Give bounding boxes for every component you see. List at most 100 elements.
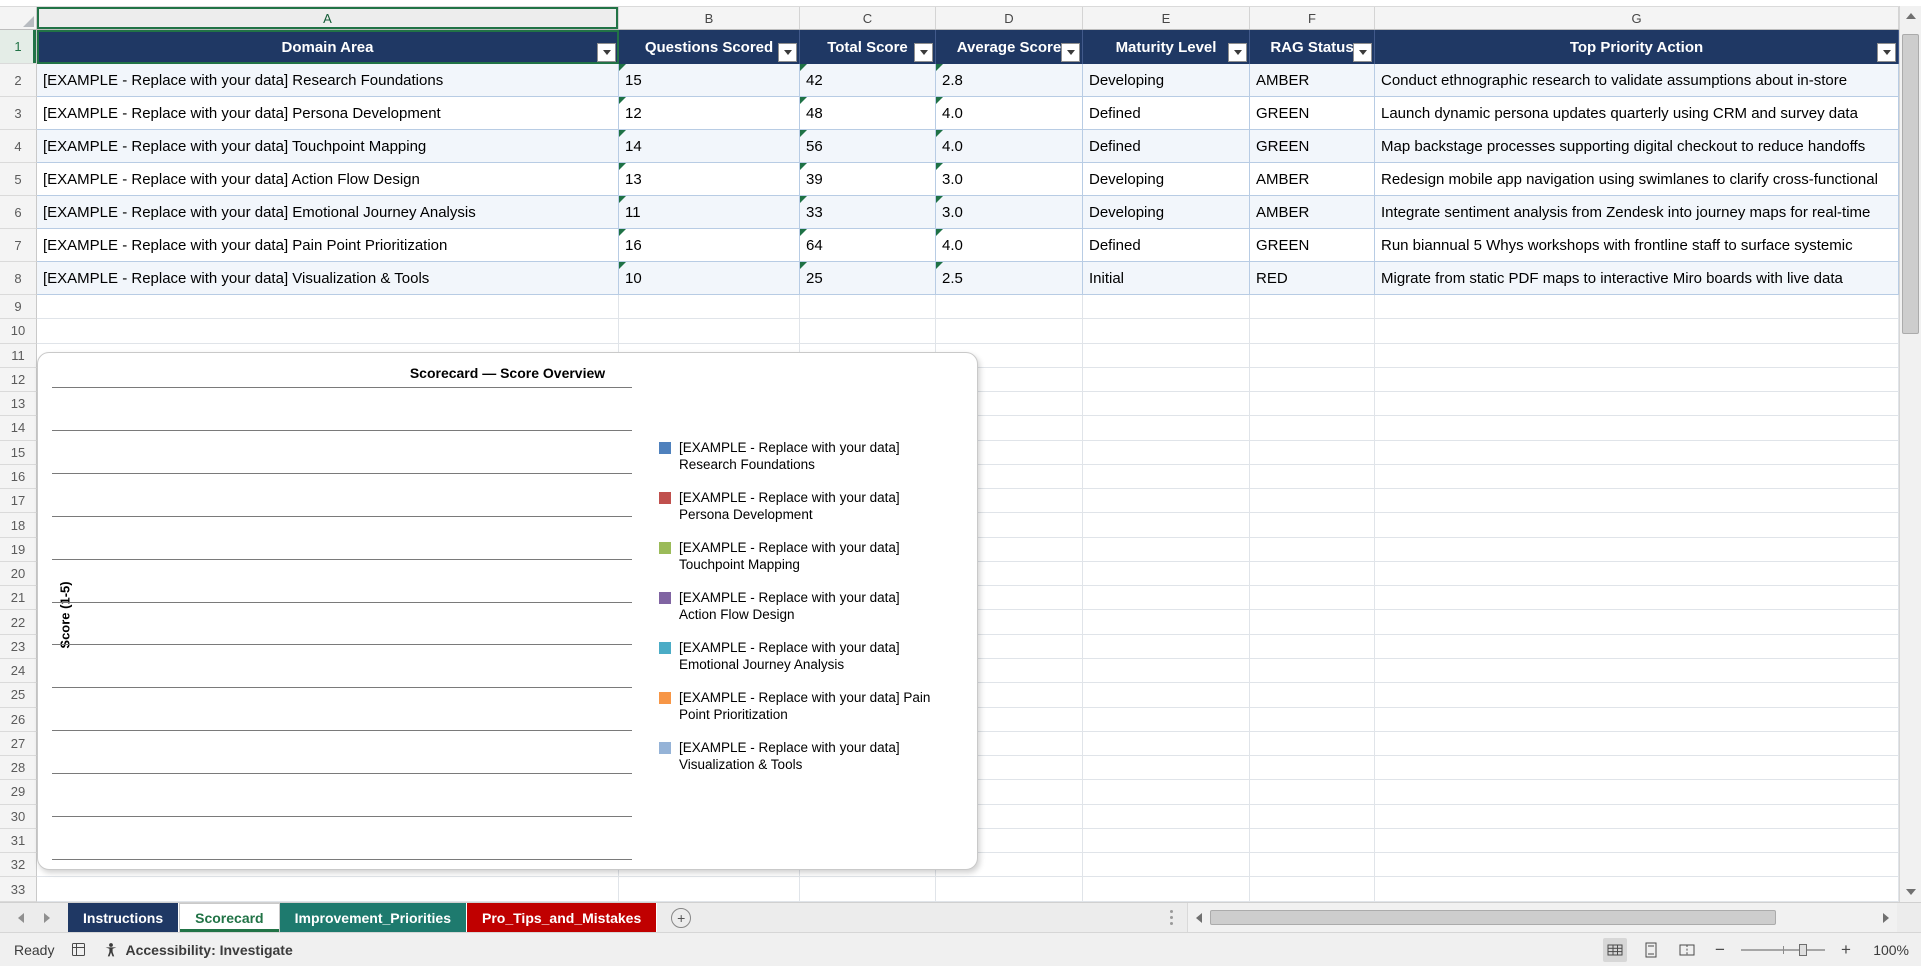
page-layout-view-button[interactable] xyxy=(1639,938,1663,962)
cell-F25[interactable] xyxy=(1250,683,1375,707)
row-header-5[interactable]: 5 xyxy=(0,163,37,196)
cell-G17[interactable] xyxy=(1375,489,1899,513)
cell-G18[interactable] xyxy=(1375,513,1899,537)
table-header-average-score[interactable]: Average Score xyxy=(936,30,1083,64)
table-header-domain-area[interactable]: Domain Area xyxy=(37,30,619,64)
cell-G24[interactable] xyxy=(1375,659,1899,683)
cell-G19[interactable] xyxy=(1375,538,1899,562)
row-header-20[interactable]: 20 xyxy=(0,562,37,586)
table-header-maturity-level[interactable]: Maturity Level xyxy=(1083,30,1250,64)
cell-G14[interactable] xyxy=(1375,416,1899,440)
cell-F4[interactable]: GREEN xyxy=(1250,130,1375,163)
cell-F19[interactable] xyxy=(1250,538,1375,562)
row-header-30[interactable]: 30 xyxy=(0,805,37,829)
cell-C2[interactable]: 42 xyxy=(800,64,936,97)
cell-F16[interactable] xyxy=(1250,465,1375,489)
sheet-tab-improvement-priorities[interactable]: Improvement_Priorities xyxy=(280,903,467,932)
cell-G32[interactable] xyxy=(1375,853,1899,877)
cell-G31[interactable] xyxy=(1375,829,1899,853)
cell-F29[interactable] xyxy=(1250,780,1375,804)
row-header-32[interactable]: 32 xyxy=(0,853,37,877)
cell-C4[interactable]: 56 xyxy=(800,130,936,163)
cell-G30[interactable] xyxy=(1375,805,1899,829)
cell-E15[interactable] xyxy=(1083,441,1250,465)
cell-C7[interactable]: 64 xyxy=(800,229,936,262)
row-header-29[interactable]: 29 xyxy=(0,780,37,804)
cell-G11[interactable] xyxy=(1375,344,1899,368)
cell-F10[interactable] xyxy=(1250,319,1375,343)
cell-A6[interactable]: [EXAMPLE - Replace with your data] Emoti… xyxy=(37,196,619,229)
cell-G13[interactable] xyxy=(1375,392,1899,416)
cell-E3[interactable]: Defined xyxy=(1083,97,1250,130)
cell-B9[interactable] xyxy=(619,295,800,319)
cell-F3[interactable]: GREEN xyxy=(1250,97,1375,130)
cell-G4[interactable]: Map backstage processes supporting digit… xyxy=(1375,130,1899,163)
cell-F11[interactable] xyxy=(1250,344,1375,368)
row-header-14[interactable]: 14 xyxy=(0,416,37,440)
row-header-28[interactable]: 28 xyxy=(0,756,37,780)
cell-E8[interactable]: Initial xyxy=(1083,262,1250,295)
sheet-tab-pro-tips-and-mistakes[interactable]: Pro_Tips_and_Mistakes xyxy=(467,903,657,932)
page-break-view-button[interactable] xyxy=(1675,938,1699,962)
row-header-16[interactable]: 16 xyxy=(0,465,37,489)
vertical-scroll-track[interactable] xyxy=(1900,26,1921,882)
row-header-6[interactable]: 6 xyxy=(0,196,37,229)
cell-F33[interactable] xyxy=(1250,877,1375,901)
cell-F18[interactable] xyxy=(1250,513,1375,537)
row-header-8[interactable]: 8 xyxy=(0,262,37,295)
filter-dropdown-button[interactable] xyxy=(597,43,616,62)
cell-E4[interactable]: Defined xyxy=(1083,130,1250,163)
cell-A33[interactable] xyxy=(37,877,619,901)
row-header-19[interactable]: 19 xyxy=(0,538,37,562)
cell-E20[interactable] xyxy=(1083,562,1250,586)
zoom-in-button[interactable]: + xyxy=(1837,940,1855,960)
cell-B33[interactable] xyxy=(619,877,800,901)
scroll-down-button[interactable] xyxy=(1900,882,1921,902)
cell-G12[interactable] xyxy=(1375,368,1899,392)
macro-record-icon[interactable] xyxy=(70,941,87,958)
table-header-rag-status[interactable]: RAG Status xyxy=(1250,30,1375,64)
cell-F23[interactable] xyxy=(1250,635,1375,659)
cell-E25[interactable] xyxy=(1083,683,1250,707)
table-header-total-score[interactable]: Total Score xyxy=(800,30,936,64)
cell-E29[interactable] xyxy=(1083,780,1250,804)
horizontal-scroll-track[interactable] xyxy=(1208,908,1877,927)
row-header-22[interactable]: 22 xyxy=(0,610,37,634)
cell-C6[interactable]: 33 xyxy=(800,196,936,229)
cell-A3[interactable]: [EXAMPLE - Replace with your data] Perso… xyxy=(37,97,619,130)
cell-B10[interactable] xyxy=(619,319,800,343)
cell-E30[interactable] xyxy=(1083,805,1250,829)
row-header-4[interactable]: 4 xyxy=(0,130,37,163)
row-header-1[interactable]: 1 xyxy=(0,30,37,64)
cell-F26[interactable] xyxy=(1250,708,1375,732)
cell-G26[interactable] xyxy=(1375,708,1899,732)
cell-E31[interactable] xyxy=(1083,829,1250,853)
cell-E32[interactable] xyxy=(1083,853,1250,877)
cell-E9[interactable] xyxy=(1083,295,1250,319)
cell-E24[interactable] xyxy=(1083,659,1250,683)
cell-F7[interactable]: GREEN xyxy=(1250,229,1375,262)
horizontal-scroll-thumb[interactable] xyxy=(1210,910,1776,925)
cell-F28[interactable] xyxy=(1250,756,1375,780)
cell-G10[interactable] xyxy=(1375,319,1899,343)
cell-G29[interactable] xyxy=(1375,780,1899,804)
cell-G15[interactable] xyxy=(1375,441,1899,465)
cell-G16[interactable] xyxy=(1375,465,1899,489)
cell-G33[interactable] xyxy=(1375,877,1899,901)
zoom-out-button[interactable]: − xyxy=(1711,940,1729,960)
cell-E10[interactable] xyxy=(1083,319,1250,343)
cell-G25[interactable] xyxy=(1375,683,1899,707)
cell-F21[interactable] xyxy=(1250,586,1375,610)
vertical-scrollbar[interactable] xyxy=(1899,6,1921,902)
cell-G21[interactable] xyxy=(1375,586,1899,610)
cell-A5[interactable]: [EXAMPLE - Replace with your data] Actio… xyxy=(37,163,619,196)
table-header-top-priority-action[interactable]: Top Priority Action xyxy=(1375,30,1899,64)
column-header-f[interactable]: F xyxy=(1250,7,1375,29)
cell-F30[interactable] xyxy=(1250,805,1375,829)
row-header-18[interactable]: 18 xyxy=(0,513,37,537)
accessibility-status[interactable]: Accessibility: Investigate xyxy=(103,942,292,958)
filter-dropdown-button[interactable] xyxy=(1228,43,1247,62)
row-header-2[interactable]: 2 xyxy=(0,64,37,97)
cell-B3[interactable]: 12 xyxy=(619,97,800,130)
cell-D2[interactable]: 2.8 xyxy=(936,64,1083,97)
